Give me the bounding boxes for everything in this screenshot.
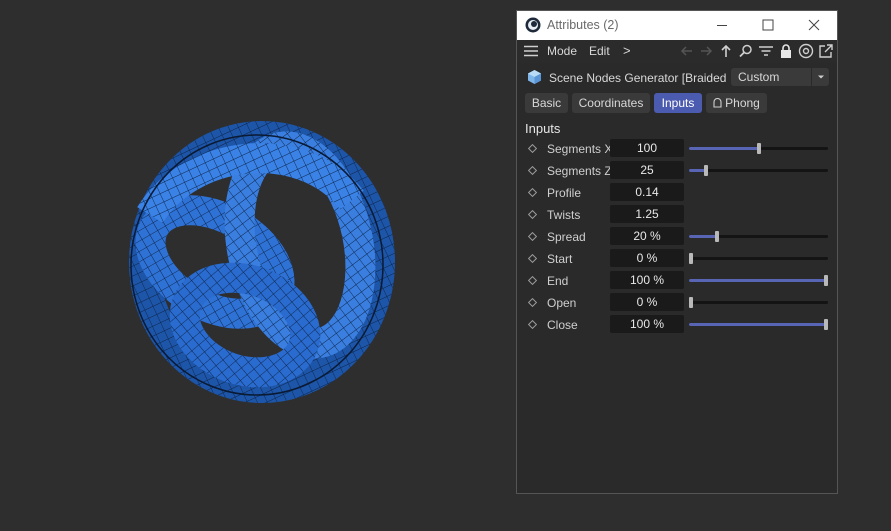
- slider-fill: [689, 323, 828, 326]
- scene-nodes-cube-icon: [528, 70, 541, 84]
- menu-more[interactable]: >: [623, 43, 631, 58]
- object-row: Scene Nodes Generator [Braided Torus] Cu…: [517, 65, 837, 91]
- param-row-close: Close 100 %: [517, 315, 837, 335]
- param-slider-spread[interactable]: [689, 231, 828, 242]
- tab-bar: Basic Coordinates Inputs Phong: [517, 93, 837, 115]
- braided-torus-mesh: [129, 121, 395, 403]
- param-field-close[interactable]: 100 %: [610, 315, 684, 333]
- param-field-profile[interactable]: 0.14: [610, 183, 684, 201]
- window-title: Attributes (2): [547, 18, 619, 32]
- slider-handle[interactable]: [824, 275, 828, 286]
- slider-fill: [689, 279, 828, 282]
- param-slider-close[interactable]: [689, 319, 828, 330]
- param-slider-segments-x[interactable]: [689, 143, 828, 154]
- menu-bar: Mode Edit >: [517, 40, 837, 63]
- param-label-segments-x: Segments X: [547, 142, 613, 156]
- cinema4d-logo-icon: [525, 17, 541, 33]
- back-arrow-icon[interactable]: [679, 43, 695, 59]
- param-field-open[interactable]: 0 %: [610, 293, 684, 311]
- param-slider-segments-z[interactable]: [689, 165, 828, 176]
- param-row-twists: Twists 1.25: [517, 205, 837, 225]
- keyframe-diamond-icon[interactable]: [528, 276, 537, 285]
- keyframe-diamond-icon[interactable]: [528, 210, 537, 219]
- param-row-profile: Profile 0.14: [517, 183, 837, 203]
- minimize-button[interactable]: [699, 11, 745, 40]
- param-slider-start[interactable]: [689, 253, 828, 264]
- param-label-start: Start: [547, 252, 573, 266]
- param-label-end: End: [547, 274, 569, 288]
- keyframe-diamond-icon[interactable]: [528, 166, 537, 175]
- close-icon: [808, 19, 820, 31]
- keyframe-diamond-icon[interactable]: [528, 232, 537, 241]
- tab-coordinates-label: Coordinates: [578, 96, 644, 110]
- param-row-spread: Spread 20 %: [517, 227, 837, 247]
- param-field-end[interactable]: 100 %: [610, 271, 684, 289]
- forward-arrow-icon[interactable]: [698, 43, 714, 59]
- tab-phong[interactable]: Phong: [706, 93, 767, 113]
- param-label-profile: Profile: [547, 186, 582, 200]
- new-window-icon[interactable]: [818, 43, 834, 59]
- menu-edit[interactable]: Edit: [589, 44, 610, 58]
- keyframe-diamond-icon[interactable]: [528, 144, 537, 153]
- param-label-twists: Twists: [547, 208, 581, 222]
- slider-fill: [689, 235, 717, 238]
- minimize-icon: [717, 25, 727, 26]
- lock-icon[interactable]: [778, 43, 794, 59]
- slider-handle[interactable]: [756, 143, 761, 154]
- maximize-icon: [762, 19, 774, 31]
- param-label-close: Close: [547, 318, 578, 332]
- param-field-spread[interactable]: 20 %: [610, 227, 684, 245]
- param-field-start[interactable]: 0 %: [610, 249, 684, 267]
- attributes-window: Attributes (2) Mode Edit > Scene Nodes G…: [516, 10, 838, 494]
- title-bar[interactable]: Attributes (2): [517, 11, 837, 40]
- param-row-segments-x: Segments X 100: [517, 139, 837, 159]
- param-label-spread: Spread: [547, 230, 586, 244]
- hamburger-menu-icon[interactable]: [524, 45, 538, 57]
- param-row-segments-z: Segments Z 25: [517, 161, 837, 181]
- tab-coordinates[interactable]: Coordinates: [572, 93, 650, 113]
- slider-handle[interactable]: [689, 253, 693, 264]
- param-field-segments-z[interactable]: 25: [610, 161, 684, 179]
- param-row-end: End 100 %: [517, 271, 837, 291]
- keyframe-diamond-icon[interactable]: [528, 254, 537, 263]
- chevron-down-icon: [818, 75, 824, 79]
- keyframe-diamond-icon[interactable]: [528, 298, 537, 307]
- slider-handle[interactable]: [824, 319, 828, 330]
- keyframe-diamond-icon[interactable]: [528, 320, 537, 329]
- param-label-open: Open: [547, 296, 577, 310]
- close-button[interactable]: [791, 11, 837, 40]
- tab-phong-label: Phong: [725, 96, 760, 110]
- object-name: Scene Nodes Generator [Braided Torus]: [549, 71, 729, 85]
- slider-handle[interactable]: [714, 231, 719, 242]
- viewport[interactable]: [0, 0, 516, 531]
- param-row-start: Start 0 %: [517, 249, 837, 269]
- param-label-segments-z: Segments Z: [547, 164, 612, 178]
- slider-handle[interactable]: [689, 297, 693, 308]
- up-arrow-icon[interactable]: [718, 43, 734, 59]
- phong-tag-icon: [713, 97, 722, 108]
- param-field-twists[interactable]: 1.25: [610, 205, 684, 223]
- tab-basic-label: Basic: [531, 96, 562, 110]
- mode-dropdown-arrow[interactable]: [811, 68, 830, 86]
- tab-basic[interactable]: Basic: [525, 93, 568, 113]
- param-row-open: Open 0 %: [517, 293, 837, 313]
- keyframe-diamond-icon[interactable]: [528, 188, 537, 197]
- mode-dropdown[interactable]: Custom: [731, 68, 829, 86]
- search-icon[interactable]: [738, 43, 754, 59]
- menu-mode[interactable]: Mode: [547, 44, 577, 58]
- target-icon[interactable]: [798, 43, 814, 59]
- slider-handle[interactable]: [703, 165, 708, 176]
- section-title: Inputs: [525, 121, 561, 136]
- maximize-button[interactable]: [745, 11, 791, 40]
- param-field-segments-x[interactable]: 100: [610, 139, 684, 157]
- param-slider-end[interactable]: [689, 275, 828, 286]
- mode-dropdown-value: Custom: [738, 70, 780, 84]
- tab-inputs-label: Inputs: [661, 96, 695, 110]
- slider-fill: [689, 147, 759, 150]
- param-slider-open[interactable]: [689, 297, 828, 308]
- filter-icon[interactable]: [758, 43, 774, 59]
- tab-inputs[interactable]: Inputs: [654, 93, 702, 113]
